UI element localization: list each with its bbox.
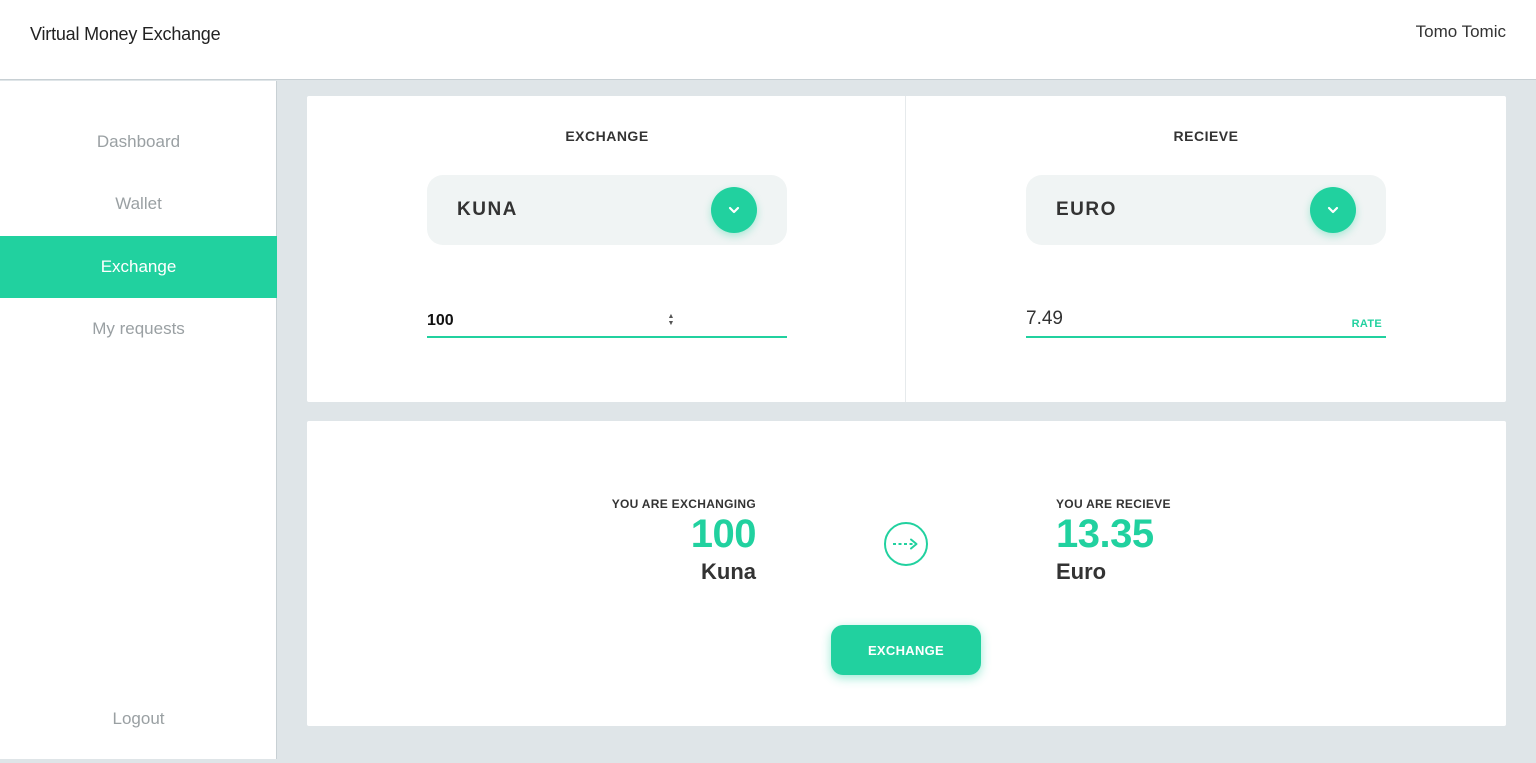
exchange-currency-label: KUNA xyxy=(457,199,518,220)
receive-amount: 13.35 xyxy=(1056,512,1154,556)
receive-caption: YOU ARE RECIEVE xyxy=(1056,497,1171,511)
column-divider xyxy=(905,96,906,402)
exchange-form-card: EXCHANGE KUNA ▲▼ RECIEVE EURO 7.49 RATE xyxy=(307,96,1506,402)
exchange-amount-input[interactable] xyxy=(427,310,647,332)
rate-field: 7.49 RATE xyxy=(1026,306,1386,338)
chevron-down-icon[interactable] xyxy=(711,187,757,233)
dashed-arrow-right-icon xyxy=(884,522,928,566)
top-bar: Virtual Money Exchange Tomo Tomic xyxy=(0,0,1536,80)
sidebar-item-wallet[interactable]: Wallet xyxy=(0,173,277,235)
exchange-button[interactable]: EXCHANGE xyxy=(831,625,981,675)
exchange-currency-select[interactable]: KUNA xyxy=(427,175,787,245)
rate-value: 7.49 xyxy=(1026,308,1063,329)
app-title: Virtual Money Exchange xyxy=(30,24,221,44)
sidebar-item-my-requests[interactable]: My requests xyxy=(0,298,277,360)
sidebar: Dashboard Wallet Exchange My requests Lo… xyxy=(0,81,277,759)
exchange-summary-card: YOU ARE EXCHANGING 100 Kuna YOU ARE RECI… xyxy=(307,421,1506,726)
receive-currency-label: EURO xyxy=(1056,199,1117,220)
receive-summary: YOU ARE RECIEVE 13.35 Euro xyxy=(1056,497,1171,585)
rate-label: RATE xyxy=(1351,318,1382,330)
exchanging-amount: 100 xyxy=(690,512,757,556)
chevron-down-icon[interactable] xyxy=(1310,187,1356,233)
receive-currency-select[interactable]: EURO xyxy=(1026,175,1386,245)
logout-link[interactable]: Logout xyxy=(0,688,277,750)
receive-title: RECIEVE xyxy=(1173,128,1239,144)
exchange-amount-field: ▲▼ xyxy=(427,306,787,338)
exchanging-currency: Kuna xyxy=(701,559,756,584)
number-spinner-icon[interactable]: ▲ ▼ xyxy=(665,312,677,328)
sidebar-item-exchange[interactable]: Exchange xyxy=(0,236,277,298)
receive-currency: Euro xyxy=(1056,559,1107,584)
user-name[interactable]: Tomo Tomic xyxy=(1416,22,1506,42)
exchange-title: EXCHANGE xyxy=(565,128,649,144)
exchanging-caption: YOU ARE EXCHANGING xyxy=(611,497,756,511)
sidebar-item-dashboard[interactable]: Dashboard xyxy=(0,111,277,173)
exchanging-summary: YOU ARE EXCHANGING 100 Kuna xyxy=(611,497,757,585)
